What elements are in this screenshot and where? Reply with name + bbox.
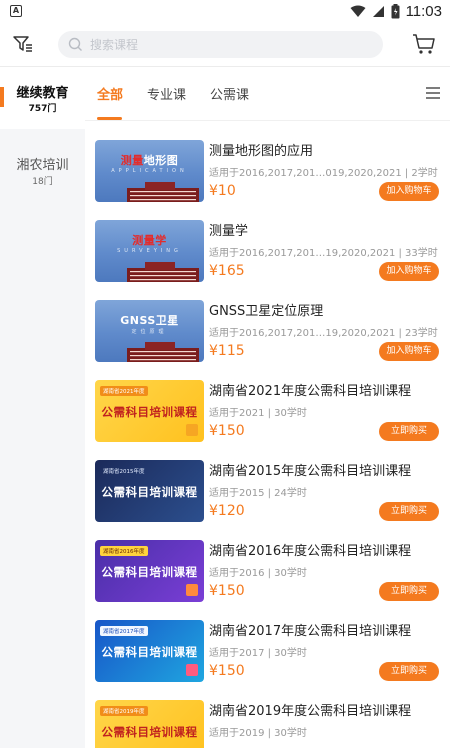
thumbnail-title: GNSS卫星: [120, 314, 179, 327]
course-meta: 适用于2019 | 30学时: [209, 728, 307, 739]
thumbnail-tag: 湖南省2017年度: [100, 626, 148, 636]
sidebar-item-continuing-education[interactable]: 继续教育 757门: [0, 67, 85, 129]
wifi-icon: [350, 5, 366, 17]
top-bar: [0, 24, 450, 66]
building-illustration: [127, 182, 199, 202]
category-sidebar: 继续教育 757门 湘农培训 18门: [0, 67, 85, 748]
course-thumbnail: 湖南省2019年度 公需科目培训课程: [95, 700, 204, 748]
thumbnail-tag: 湖南省2021年度: [100, 386, 148, 396]
search-bar[interactable]: [58, 31, 383, 58]
course-meta: 适用于2016,2017,201…19,2020,2021 | 33学时: [209, 248, 438, 259]
sidebar-item-xiangnong-training[interactable]: 湘农培训 18门: [0, 139, 85, 201]
thumbnail-title: 测量地形图: [120, 154, 179, 167]
sidebar-item-count: 757门: [28, 104, 57, 114]
course-thumbnail: 湖南省2021年度 公需科目培训课程: [95, 380, 204, 442]
tab-public[interactable]: 公需课: [210, 84, 249, 103]
search-input[interactable]: [90, 31, 370, 58]
add-to-cart-button[interactable]: 加入购物车: [379, 182, 439, 201]
thumbnail-subtitle: APPLICATION: [111, 168, 188, 174]
course-price: ¥120: [209, 503, 245, 519]
course-meta: 适用于2016,2017,201…19,2020,2021 | 23学时: [209, 328, 438, 339]
course-item[interactable]: 湖南省2015年度 公需科目培训课程 湖南省2015年度公需科目培训课程 适用于…: [85, 460, 450, 540]
course-meta: 适用于2015 | 24学时: [209, 488, 307, 499]
tab-all[interactable]: 全部: [97, 84, 123, 103]
course-title: 测量地形图的应用: [209, 144, 314, 159]
course-thumbnail: GNSS卫星 定位原理: [95, 300, 204, 362]
course-thumbnail: 测量地形图 APPLICATION: [95, 140, 204, 202]
add-to-cart-button[interactable]: 加入购物车: [379, 342, 439, 361]
app-notification-icon: A: [10, 5, 22, 17]
decoration-icon: [186, 584, 198, 596]
add-to-cart-button[interactable]: 加入购物车: [379, 262, 439, 281]
thumbnail-title: 公需科目培训课程: [101, 485, 198, 499]
course-meta: 适用于2016,2017,201…019,2020,2021 | 2学时: [209, 168, 438, 179]
course-title: 测量学: [209, 224, 249, 239]
buy-now-button[interactable]: 立即购买: [379, 582, 439, 601]
thumbnail-title: 公需科目培训课程: [101, 645, 198, 659]
course-item[interactable]: 湖南省2021年度 公需科目培训课程 湖南省2021年度公需科目培训课程 适用于…: [85, 380, 450, 460]
cart-icon[interactable]: [412, 33, 436, 55]
course-thumbnail: 测量学 SURVEYING: [95, 220, 204, 282]
search-icon: [68, 37, 82, 51]
course-meta: 适用于2021 | 30学时: [209, 408, 307, 419]
status-bar: A 11:03: [0, 0, 450, 24]
course-price: ¥10: [209, 183, 236, 199]
course-price: ¥150: [209, 583, 245, 599]
course-meta: 适用于2016 | 30学时: [209, 568, 307, 579]
course-item[interactable]: 湖南省2016年度 公需科目培训课程 湖南省2016年度公需科目培训课程 适用于…: [85, 540, 450, 620]
course-thumbnail: 湖南省2015年度 公需科目培训课程: [95, 460, 204, 522]
course-price: ¥165: [209, 263, 245, 279]
thumbnail-title: 公需科目培训课程: [101, 405, 198, 419]
thumbnail-tag: 湖南省2015年度: [103, 469, 145, 475]
menu-icon[interactable]: [425, 86, 441, 100]
course-thumbnail: 湖南省2016年度 公需科目培训课程: [95, 540, 204, 602]
sidebar-item-label: 湘农培训: [16, 158, 69, 173]
course-tabs: 全部 专业课 公需课: [85, 67, 450, 121]
building-illustration: [127, 262, 199, 282]
sidebar-item-label: 继续教育: [16, 86, 69, 101]
course-item[interactable]: 测量地形图 APPLICATION 测量地形图的应用 适用于2016,2017,…: [85, 140, 450, 220]
decoration-icon: [186, 424, 198, 436]
course-item[interactable]: 测量学 SURVEYING 测量学 适用于2016,2017,201…19,20…: [85, 220, 450, 300]
buy-now-button[interactable]: 立即购买: [379, 422, 439, 441]
building-illustration: [127, 342, 199, 362]
filter-icon[interactable]: [12, 33, 34, 55]
thumbnail-tag: 湖南省2019年度: [100, 706, 148, 716]
course-title: 湖南省2017年度公需科目培训课程: [209, 624, 412, 639]
buy-now-button[interactable]: 立即购买: [379, 662, 439, 681]
course-price: ¥150: [209, 663, 245, 679]
course-title: 湖南省2015年度公需科目培训课程: [209, 464, 412, 479]
buy-now-button[interactable]: 立即购买: [379, 502, 439, 521]
battery-icon: [391, 4, 400, 19]
clock: 11:03: [405, 3, 442, 20]
thumbnail-subtitle: SURVEYING: [117, 248, 182, 254]
course-title: 湖南省2019年度公需科目培训课程: [209, 704, 412, 719]
course-thumbnail: 湖南省2017年度 公需科目培训课程: [95, 620, 204, 682]
course-title: 湖南省2021年度公需科目培训课程: [209, 384, 412, 399]
decoration-icon: [186, 664, 198, 676]
sidebar-item-count: 18门: [32, 177, 53, 187]
course-item[interactable]: 湖南省2017年度 公需科目培训课程 湖南省2017年度公需科目培训课程 适用于…: [85, 620, 450, 700]
course-item[interactable]: GNSS卫星 定位原理 GNSS卫星定位原理 适用于2016,2017,201……: [85, 300, 450, 380]
course-meta: 适用于2017 | 30学时: [209, 648, 307, 659]
tab-professional[interactable]: 专业课: [147, 84, 186, 103]
course-price: ¥115: [209, 343, 245, 359]
signal-icon: [372, 6, 384, 17]
thumbnail-subtitle: 定位原理: [131, 329, 168, 335]
course-title: 湖南省2016年度公需科目培训课程: [209, 544, 412, 559]
course-title: GNSS卫星定位原理: [209, 304, 324, 319]
thumbnail-title: 公需科目培训课程: [101, 725, 198, 739]
tab-underline: [97, 117, 122, 120]
thumbnail-tag: 湖南省2016年度: [100, 546, 148, 556]
thumbnail-title: 测量学: [132, 234, 167, 247]
course-price: ¥150: [209, 423, 245, 439]
thumbnail-title: 公需科目培训课程: [101, 565, 198, 579]
course-item[interactable]: 湖南省2019年度 公需科目培训课程 湖南省2019年度公需科目培训课程 适用于…: [85, 700, 450, 748]
system-icons: 11:03: [350, 3, 442, 20]
